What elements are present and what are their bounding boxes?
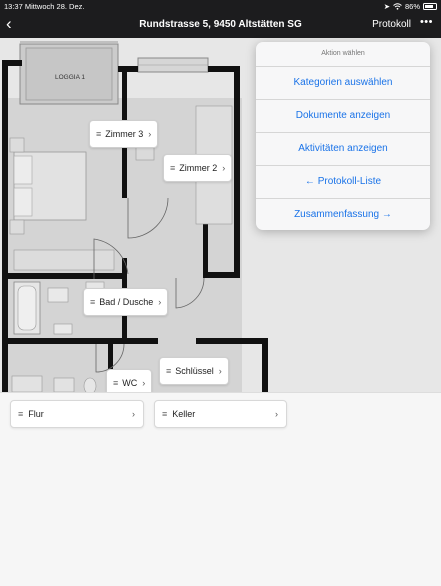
room-pin-bad-dusche[interactable]: ≡ Bad / Dusche › (83, 288, 169, 316)
status-bar: 13:37 Mittwoch 28. Dez. ➤ 86% (0, 0, 441, 12)
popover-header: Aktion wählen (256, 42, 430, 67)
menu-item-zusammenfassung[interactable]: Zusammenfassung → (256, 199, 430, 230)
hamburger-icon: ≡ (96, 129, 102, 139)
chevron-right-icon: › (222, 163, 226, 173)
hamburger-icon: ≡ (162, 409, 168, 419)
room-card-keller[interactable]: ≡ Keller › (154, 400, 287, 428)
chevron-right-icon: › (218, 366, 222, 376)
chevron-right-icon: › (158, 297, 162, 307)
action-popover: Aktion wählen Kategorien auswählen Dokum… (256, 42, 430, 230)
chevron-right-icon: › (148, 129, 152, 139)
hamburger-icon: ≡ (166, 366, 172, 376)
chevron-right-icon: › (132, 409, 135, 419)
protokoll-button[interactable]: Protokoll (372, 19, 411, 30)
more-icon[interactable]: ••• (420, 16, 433, 28)
battery-percent: 86% (404, 2, 420, 11)
status-time-date: 13:37 Mittwoch 28. Dez. (4, 2, 85, 11)
room-pin-wc[interactable]: ≡ WC › (106, 369, 153, 392)
room-card-label: Keller (172, 409, 196, 419)
hamburger-icon: ≡ (18, 409, 24, 419)
chevron-right-icon: › (142, 378, 146, 388)
hamburger-icon: ≡ (90, 297, 96, 307)
room-card-label: Flur (28, 409, 44, 419)
room-label: Zimmer 2 (179, 163, 218, 173)
hamburger-icon: ≡ (170, 163, 176, 173)
wifi-icon (393, 3, 402, 10)
battery-icon (423, 3, 437, 10)
loggia-label: LOGGIA 1 (55, 74, 85, 81)
menu-item-aktivitaeten[interactable]: Aktivitäten anzeigen (256, 133, 430, 166)
navigation-bar: ‹ Rundstrasse 5, 9450 Altstätten SG Prot… (0, 12, 441, 38)
room-label: Schlüssel (175, 366, 214, 376)
room-label: Zimmer 3 (105, 129, 144, 139)
room-pin-zimmer-3[interactable]: ≡ Zimmer 3 › (89, 120, 159, 148)
location-icon: ➤ (383, 2, 390, 11)
status-indicators: ➤ 86% (384, 2, 437, 11)
room-pin-zimmer-2[interactable]: ≡ Zimmer 2 › (163, 154, 233, 182)
room-list-area: ≡ Flur › ≡ Keller › (0, 392, 441, 586)
room-pin-schluessel[interactable]: ≡ Schlüssel › (159, 357, 229, 385)
chevron-right-icon: › (275, 409, 278, 419)
room-label: WC (122, 378, 138, 388)
room-label: Bad / Dusche (99, 297, 154, 307)
room-card-flur[interactable]: ≡ Flur › (10, 400, 144, 428)
menu-item-protokoll-liste[interactable]: ← Protokoll-Liste (256, 166, 430, 199)
menu-item-kategorien[interactable]: Kategorien auswählen (256, 67, 430, 100)
hamburger-icon: ≡ (113, 378, 119, 388)
menu-item-dokumente[interactable]: Dokumente anzeigen (256, 100, 430, 133)
